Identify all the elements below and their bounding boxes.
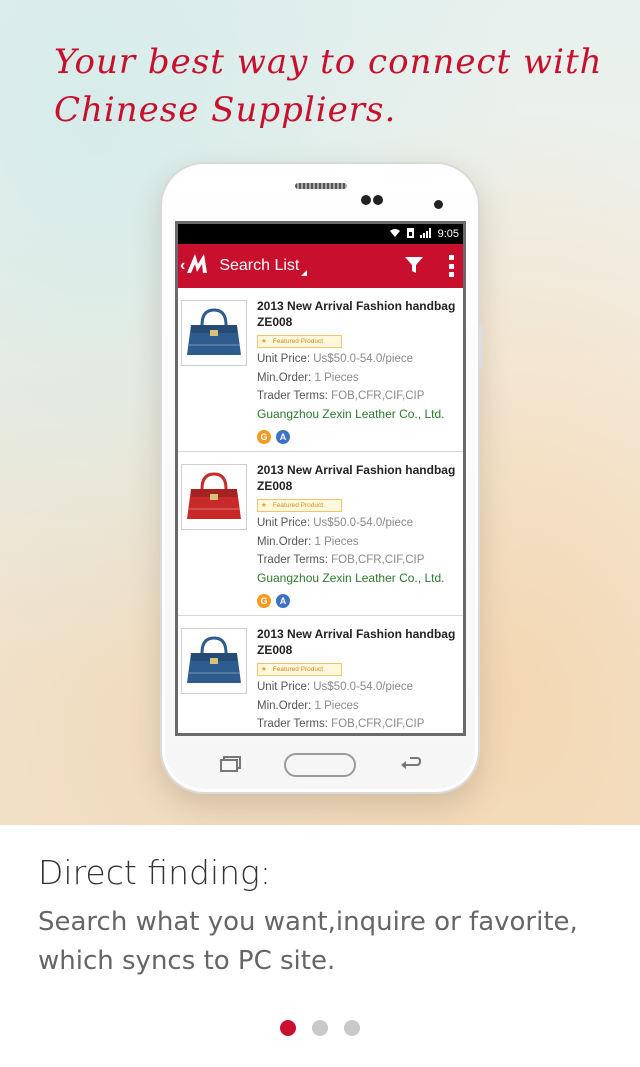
trader-terms-row: Trader Terms: FOB,CFR,CIF,CIP — [257, 553, 463, 568]
front-camera — [434, 200, 443, 209]
product-thumbnail[interactable] — [181, 628, 247, 694]
product-thumbnail[interactable] — [181, 300, 247, 366]
min-order-row: Min.Order: 1 Pieces — [257, 535, 463, 550]
unit-price-label: Unit Price: — [257, 517, 311, 529]
supplier-name[interactable]: Guangzhou Zexin Leather Co., Ltd. — [257, 407, 463, 422]
unit-price-value: Us$50.0-54.0/piece — [313, 353, 413, 365]
product-thumbnail[interactable] — [181, 464, 247, 530]
min-order-label: Min.Order: — [257, 699, 312, 712]
product-details: 2013 New Arrival Fashion handbag ZE008 ★ F… — [257, 626, 463, 737]
page-dot[interactable] — [312, 1020, 328, 1036]
unit-price-row: Unit Price: Us$50.0-54.0/piece — [257, 516, 463, 531]
page-dot[interactable] — [280, 1020, 296, 1036]
sim-icon — [406, 227, 414, 241]
min-order-value: 1 Pieces — [314, 535, 359, 548]
min-order-row: Min.Order: 1 Pieces — [257, 371, 463, 386]
feature-description: Search what you want,inquire or favorite… — [38, 907, 578, 976]
supplier-name[interactable]: Guangzhou Zexin Leather Co., Ltd. — [257, 571, 463, 586]
trader-terms-label: Trader Terms: — [257, 718, 328, 730]
home-button[interactable] — [284, 753, 356, 777]
sensor-dot — [373, 195, 383, 205]
product-list-item[interactable]: 2013 New Arrival Fashion handbag ZE008 ★ F… — [178, 452, 463, 616]
dropdown-indicator-icon — [301, 270, 308, 276]
trader-terms-value: FOB,CFR,CIF,CIP — [331, 718, 425, 730]
speaker-grille — [295, 183, 347, 189]
featured-badge: ★ Featured Product — [257, 335, 342, 348]
signal-icon — [419, 227, 432, 241]
trader-terms-row: Trader Terms: FOB,CFR,CIF,CIP — [257, 717, 463, 732]
featured-badge: ★ Featured Product — [257, 499, 342, 512]
unit-price-row: Unit Price: Us$50.0-54.0/piece — [257, 352, 463, 367]
unit-price-label: Unit Price: — [257, 681, 311, 693]
page-dot[interactable] — [344, 1020, 360, 1036]
phone-mockup: 9:05 ‹ Search List 2013 New Arrival Fash… — [160, 162, 483, 794]
product-title[interactable]: 2013 New Arrival Fashion handbag ZE008 — [257, 462, 463, 494]
overflow-menu-icon[interactable] — [448, 255, 454, 277]
assessed-supplier-icon: A — [276, 593, 290, 608]
status-bar: 9:05 — [178, 224, 463, 244]
product-list-item[interactable]: 2013 New Arrival Fashion handbag ZE008 ★ F… — [178, 288, 463, 452]
min-order-value: 1 Pieces — [314, 699, 359, 712]
product-title[interactable]: 2013 New Arrival Fashion handbag ZE008 — [257, 626, 463, 658]
app-bar: ‹ Search List — [178, 244, 463, 288]
min-order-row: Min.Order: 1 Pieces — [257, 699, 463, 714]
back-nav-icon[interactable] — [400, 756, 422, 777]
featured-label: Featured Product — [272, 666, 324, 673]
product-details: 2013 New Arrival Fashion handbag ZE008 ★ F… — [257, 298, 463, 444]
trader-terms-row: Trader Terms: FOB,CFR,CIF,CIP — [257, 389, 463, 404]
logo — [187, 251, 213, 281]
unit-price-value: Us$50.0-54.0/piece — [313, 517, 413, 529]
recent-apps-icon[interactable] — [220, 756, 242, 777]
filter-icon[interactable] — [405, 256, 423, 279]
unit-price-row: Unit Price: Us$50.0-54.0/piece — [257, 680, 463, 695]
product-title[interactable]: 2013 New Arrival Fashion handbag ZE008 — [257, 298, 463, 330]
min-order-label: Min.Order: — [257, 371, 312, 384]
tagline: Your best way to connect with Chinese Su… — [54, 42, 603, 130]
supplier-name[interactable]: Guangzhou Zexin Leather Co., Ltd. — [257, 735, 463, 737]
gold-supplier-icon: G — [257, 429, 271, 444]
page-indicator — [280, 1020, 360, 1036]
product-list: 2013 New Arrival Fashion handbag ZE008 ★ F… — [178, 288, 463, 737]
unit-price-label: Unit Price: — [257, 353, 311, 365]
star-icon: ★ — [261, 666, 267, 673]
unit-price-value: Us$50.0-54.0/piece — [313, 681, 413, 693]
supplier-badges: GA — [257, 593, 463, 608]
clock: 9:05 — [437, 228, 459, 240]
gold-supplier-icon: G — [257, 593, 271, 608]
trader-terms-label: Trader Terms: — [257, 554, 328, 566]
feature-heading: Direct finding: — [38, 853, 271, 892]
phone-screen: 9:05 ‹ Search List 2013 New Arrival Fash… — [175, 221, 466, 736]
side-button — [479, 324, 483, 368]
wifi-icon — [389, 228, 401, 241]
featured-label: Featured Product — [272, 338, 324, 345]
star-icon: ★ — [261, 502, 267, 509]
supplier-badges: GA — [257, 429, 463, 444]
trader-terms-value: FOB,CFR,CIF,CIP — [331, 390, 425, 402]
star-icon: ★ — [261, 338, 267, 345]
sensor-dot — [361, 195, 371, 205]
feature-panel: Direct finding: Search what you want,inq… — [0, 825, 640, 1067]
screen-title[interactable]: Search List — [219, 257, 299, 275]
min-order-value: 1 Pieces — [314, 371, 359, 384]
assessed-supplier-icon: A — [276, 429, 290, 444]
hero-background: Your best way to connect with Chinese Su… — [0, 0, 640, 825]
trader-terms-label: Trader Terms: — [257, 390, 328, 402]
featured-badge: ★ Featured Product — [257, 663, 342, 676]
product-details: 2013 New Arrival Fashion handbag ZE008 ★ F… — [257, 462, 463, 608]
back-button[interactable]: ‹ — [180, 257, 185, 275]
product-list-item[interactable]: 2013 New Arrival Fashion handbag ZE008 ★ F… — [178, 616, 463, 737]
featured-label: Featured Product — [272, 502, 324, 509]
trader-terms-value: FOB,CFR,CIF,CIP — [331, 554, 425, 566]
min-order-label: Min.Order: — [257, 535, 312, 548]
